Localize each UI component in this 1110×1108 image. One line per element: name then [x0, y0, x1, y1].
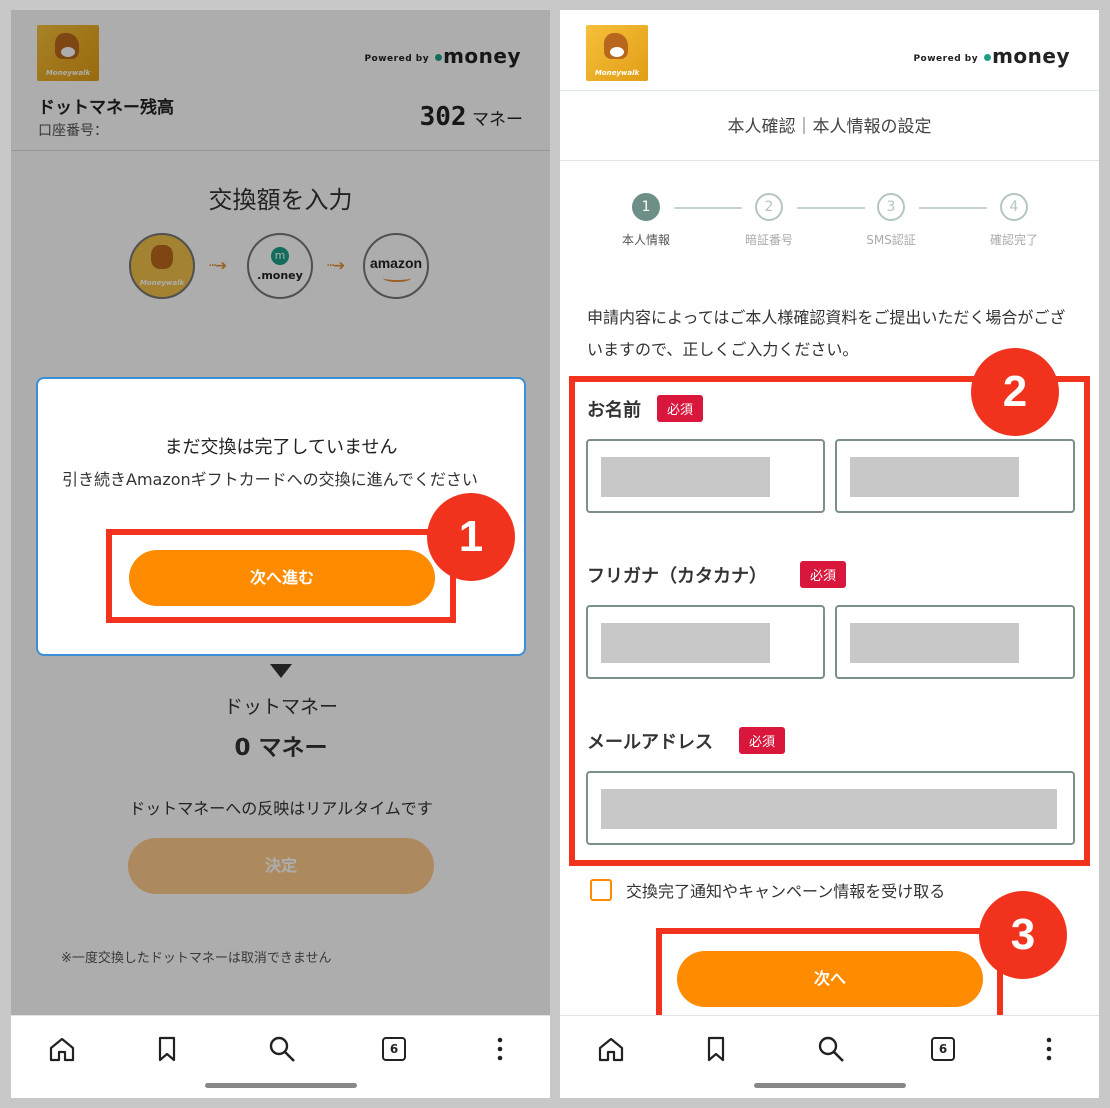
annotation-badge-3: 3	[979, 891, 1067, 979]
annotation-badge-2: 2	[971, 348, 1059, 436]
step-2-label: 暗証番号	[744, 233, 793, 247]
step-2-indicator: 2	[755, 193, 783, 221]
home-indicator	[205, 1083, 357, 1088]
page-subtitle: 本人確認｜本人情報の設定	[727, 117, 932, 137]
tabs-icon[interactable]: 6	[931, 1037, 955, 1061]
home-indicator	[754, 1083, 906, 1088]
step-3-indicator: 3	[877, 193, 905, 221]
step-4-indicator: 4	[1000, 193, 1028, 221]
annotation-box-1	[106, 529, 456, 623]
moneywalk-logo: Moneywalk	[586, 25, 648, 81]
step-1-indicator: 1	[632, 193, 660, 221]
left-screen: Moneywalk Powered by money ドットマネー残高 口座番号：…	[11, 10, 550, 1098]
step-4-label: 確認完了	[989, 233, 1038, 247]
dialog-title: まだ交換は完了していません	[164, 437, 398, 458]
tabs-icon[interactable]: 6	[382, 1037, 406, 1061]
more-icon[interactable]	[1034, 1034, 1064, 1064]
search-icon[interactable]	[816, 1034, 846, 1064]
annotation-box-3	[656, 928, 1003, 1028]
dialog-body: 引き続きAmazonギフトカードへの交換に進んでください	[62, 470, 478, 489]
annotation-box-2	[569, 376, 1090, 866]
search-icon[interactable]	[267, 1034, 297, 1064]
right-screen: Moneywalk Powered by money 本人確認｜本人情報の設定 1…	[560, 10, 1099, 1098]
annotation-badge-1: 1	[427, 493, 515, 581]
more-icon[interactable]	[485, 1034, 515, 1064]
step-3-label: SMS認証	[866, 233, 916, 247]
bookmark-icon[interactable]	[701, 1034, 731, 1064]
bottom-nav: 6	[11, 1015, 550, 1098]
newsletter-checkbox-label[interactable]: 交換完了通知やキャンペーン情報を受け取る	[626, 878, 945, 902]
home-icon[interactable]	[596, 1034, 626, 1064]
bottom-nav: 6	[560, 1015, 1099, 1098]
home-icon[interactable]	[47, 1034, 77, 1064]
powered-by-money: Powered by money	[913, 44, 1070, 68]
bookmark-icon[interactable]	[152, 1034, 182, 1064]
step-1-label: 本人情報	[621, 233, 670, 247]
newsletter-checkbox[interactable]	[590, 879, 612, 901]
